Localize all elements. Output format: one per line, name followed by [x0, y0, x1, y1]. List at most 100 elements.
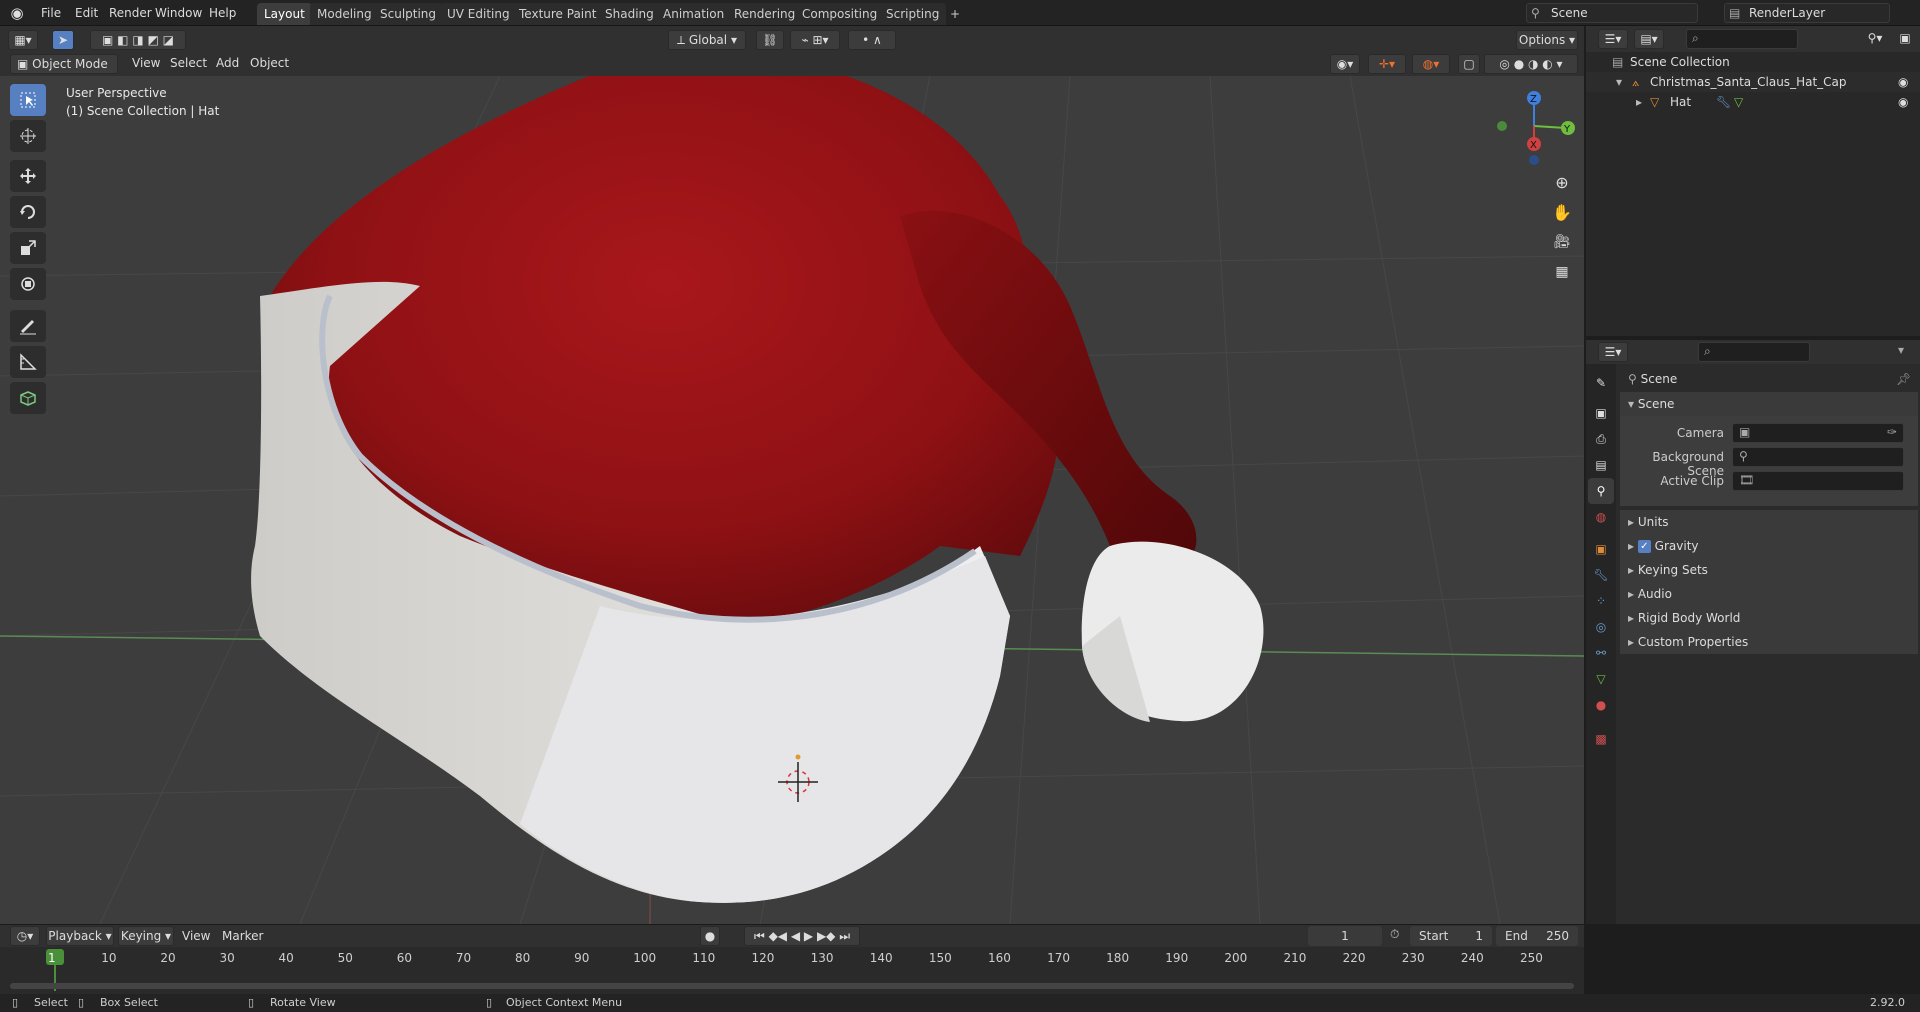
audio-panel[interactable]: ▸ Audio: [1620, 582, 1918, 606]
menu-help[interactable]: Help: [204, 4, 241, 22]
options-button[interactable]: Options ▾: [1516, 30, 1578, 50]
snap-button[interactable]: ⌁ ⊞▾: [790, 30, 840, 50]
visibility-eye-icon[interactable]: ◉: [1898, 72, 1908, 92]
playback-controls[interactable]: ⏮ ◆◀ ◀ ▶ ▶◆ ⏭: [744, 926, 860, 946]
custom-properties-panel[interactable]: ▸ Custom Properties: [1620, 630, 1918, 654]
output-tab[interactable]: ⎙: [1588, 426, 1614, 452]
scale-tool[interactable]: [10, 232, 46, 264]
menu-window[interactable]: Window: [150, 4, 207, 22]
units-panel[interactable]: ▸ Units: [1620, 510, 1918, 534]
tab-compositing[interactable]: Compositing: [795, 3, 885, 25]
constraints-tab[interactable]: ⚯: [1588, 640, 1614, 666]
gravity-checkbox[interactable]: ✓: [1637, 540, 1651, 553]
collapse-icon[interactable]: ▾: [1898, 343, 1904, 357]
particles-tab[interactable]: ⁘: [1588, 588, 1614, 614]
pin-icon[interactable]: 📌︎: [1896, 372, 1911, 386]
current-frame-field[interactable]: 1: [1308, 926, 1382, 946]
data-tab[interactable]: ▽: [1588, 666, 1614, 692]
modifier-tab[interactable]: 🔧︎: [1588, 562, 1614, 588]
eyedropper-icon[interactable]: ✑: [1887, 425, 1897, 439]
measure-tool[interactable]: [10, 346, 46, 378]
tab-rendering[interactable]: Rendering: [727, 3, 803, 25]
add-cube-tool[interactable]: [10, 382, 46, 414]
transform-orientation-dropdown[interactable]: ⟂ Global ▾: [668, 30, 746, 50]
viewport-menu-view[interactable]: View: [132, 54, 160, 72]
cursor-tool[interactable]: [10, 120, 46, 152]
visibility-eye-icon[interactable]: ◉: [1898, 92, 1908, 112]
outliner-editor-type[interactable]: ☰▾: [1598, 29, 1628, 49]
playback-menu[interactable]: Playback ▾: [46, 926, 114, 946]
new-collection-button[interactable]: ▣: [1894, 29, 1916, 49]
selection-modes[interactable]: ▣ ◧ ◨ ◩ ◪: [90, 30, 186, 50]
viewport-menu-select[interactable]: Select: [170, 54, 207, 72]
material-tab[interactable]: ●: [1588, 692, 1614, 718]
rotate-tool[interactable]: [10, 196, 46, 228]
timeline-scrollbar[interactable]: [10, 983, 1574, 989]
gizmo-toggle-button[interactable]: ✛▾: [1368, 54, 1406, 74]
overlay-toggle-button[interactable]: ◍▾: [1412, 54, 1450, 74]
navigation-gizmo[interactable]: Z Y X: [1488, 86, 1578, 166]
select-mode-button[interactable]: ➤: [52, 30, 74, 50]
render-tab[interactable]: ▣: [1588, 400, 1614, 426]
outliner-row-scene-collection[interactable]: ▤ Scene Collection: [1586, 52, 1920, 72]
world-tab[interactable]: ◍: [1588, 504, 1614, 530]
move-tool[interactable]: [10, 160, 46, 192]
scene-panel-header[interactable]: ▾ Scene: [1620, 392, 1918, 416]
menu-edit[interactable]: Edit: [70, 4, 103, 22]
record-button[interactable]: ●: [700, 926, 720, 946]
rigid-body-world-panel[interactable]: ▸ Rigid Body World: [1620, 606, 1918, 630]
object-mode-dropdown[interactable]: ▣ Object Mode ▾: [10, 54, 118, 89]
tab-animation[interactable]: Animation: [656, 3, 732, 25]
tab-sculpting[interactable]: Sculpting: [373, 3, 444, 25]
tab-modeling[interactable]: Modeling: [310, 3, 379, 25]
view-layer-tab[interactable]: ▤: [1588, 452, 1614, 478]
shading-modes[interactable]: ◎ ● ◑ ◐ ▾: [1484, 54, 1578, 74]
active-clip-field[interactable]: 🎞︎: [1732, 471, 1904, 491]
keying-sets-panel[interactable]: ▸ Keying Sets: [1620, 558, 1918, 582]
add-workspace-button[interactable]: +: [943, 3, 967, 25]
render-layer-selector[interactable]: ▤ RenderLayer: [1724, 3, 1890, 23]
ortho-toggle-button[interactable]: ▦: [1548, 258, 1576, 286]
editor-type-button[interactable]: ▦▾: [8, 30, 38, 50]
object-tab[interactable]: ▣: [1588, 536, 1614, 562]
menu-file[interactable]: File: [36, 4, 66, 22]
menu-render[interactable]: Render: [104, 4, 157, 22]
timeline-editor-type[interactable]: ◷▾: [10, 926, 40, 946]
timeline-menu-marker[interactable]: Marker: [222, 927, 263, 945]
physics-tab[interactable]: ◎: [1588, 614, 1614, 640]
pivot-point-button[interactable]: ⛓: [756, 30, 784, 50]
end-frame-field[interactable]: End 250: [1496, 926, 1578, 946]
viewport-menu-object[interactable]: Object: [250, 54, 289, 72]
blender-logo-icon[interactable]: ◉: [8, 4, 26, 22]
scene-selector[interactable]: ⚲ Scene: [1526, 3, 1698, 23]
xray-toggle-button[interactable]: ▢: [1458, 54, 1480, 74]
properties-search-input[interactable]: ⌕: [1698, 342, 1810, 362]
tab-shading[interactable]: Shading: [598, 3, 661, 25]
properties-editor-type[interactable]: ☰▾: [1598, 342, 1628, 362]
transform-tool[interactable]: [10, 268, 46, 300]
texture-tab[interactable]: ▩: [1588, 726, 1614, 752]
tool-tab[interactable]: ✎: [1588, 370, 1614, 396]
tab-layout[interactable]: Layout: [257, 3, 312, 25]
pan-button[interactable]: ✋: [1548, 198, 1576, 226]
visibility-button[interactable]: ◉▾: [1330, 54, 1360, 74]
stopwatch-icon[interactable]: ⏱: [1390, 927, 1399, 942]
camera-view-button[interactable]: 🎥︎: [1548, 228, 1576, 256]
start-frame-field[interactable]: Start 1: [1410, 926, 1492, 946]
tab-texture-paint[interactable]: Texture Paint: [512, 3, 604, 25]
outliner-row-hat[interactable]: ▸ ▽ Hat 🔧︎ ▽ ◉: [1586, 92, 1920, 112]
outliner-row-christmas-hat[interactable]: ▾ ⟑ Christmas_Santa_Claus_Hat_Cap ◉: [1586, 72, 1920, 92]
scene-tab[interactable]: ⚲: [1588, 478, 1614, 504]
gravity-panel[interactable]: ▸ ✓ Gravity: [1620, 534, 1918, 558]
filter-button[interactable]: ⚲▾: [1860, 29, 1890, 49]
background-scene-field[interactable]: ⚲: [1732, 447, 1904, 467]
proportional-edit-button[interactable]: • ∧: [848, 30, 896, 50]
keying-menu[interactable]: Keying ▾: [118, 926, 174, 946]
camera-field[interactable]: ▣ ✑: [1732, 423, 1904, 443]
timeline-menu-view[interactable]: View: [182, 927, 210, 945]
tab-scripting[interactable]: Scripting: [879, 3, 947, 25]
3d-viewport[interactable]: User Perspective (1) Scene Collection | …: [0, 76, 1584, 924]
tab-uv-editing[interactable]: UV Editing: [440, 3, 517, 25]
annotate-tool[interactable]: [10, 310, 46, 342]
select-box-tool[interactable]: [10, 84, 46, 116]
